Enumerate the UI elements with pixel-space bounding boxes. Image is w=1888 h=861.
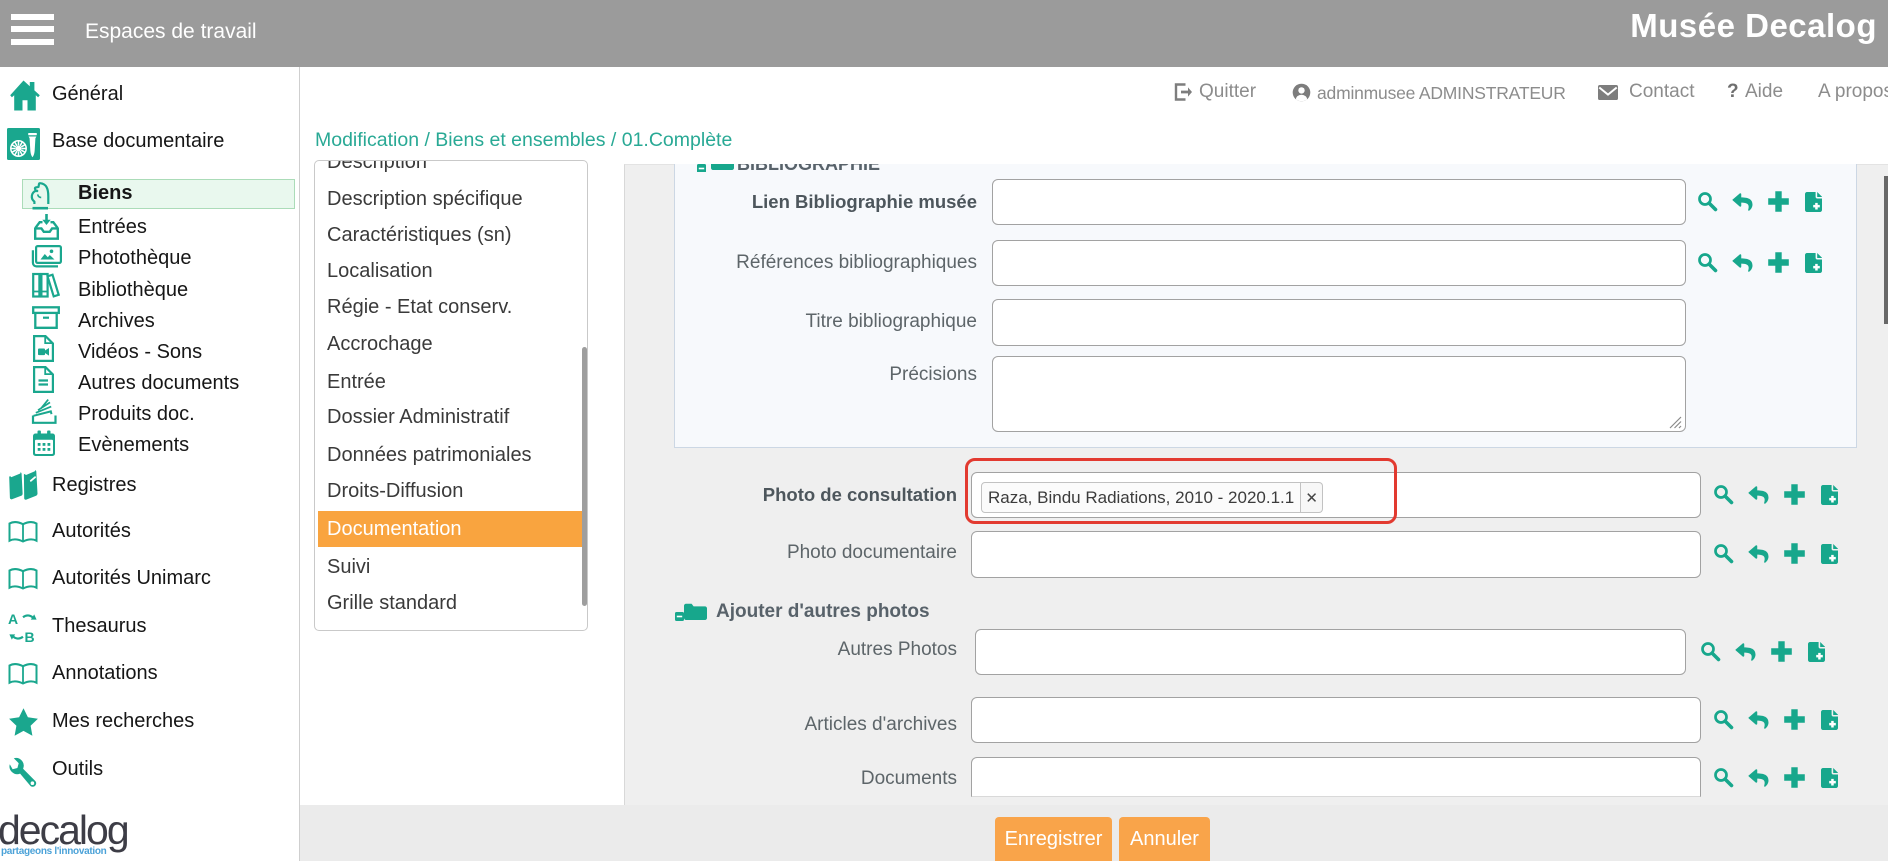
svg-text:B: B (25, 629, 35, 643)
svg-text:A: A (8, 611, 18, 627)
